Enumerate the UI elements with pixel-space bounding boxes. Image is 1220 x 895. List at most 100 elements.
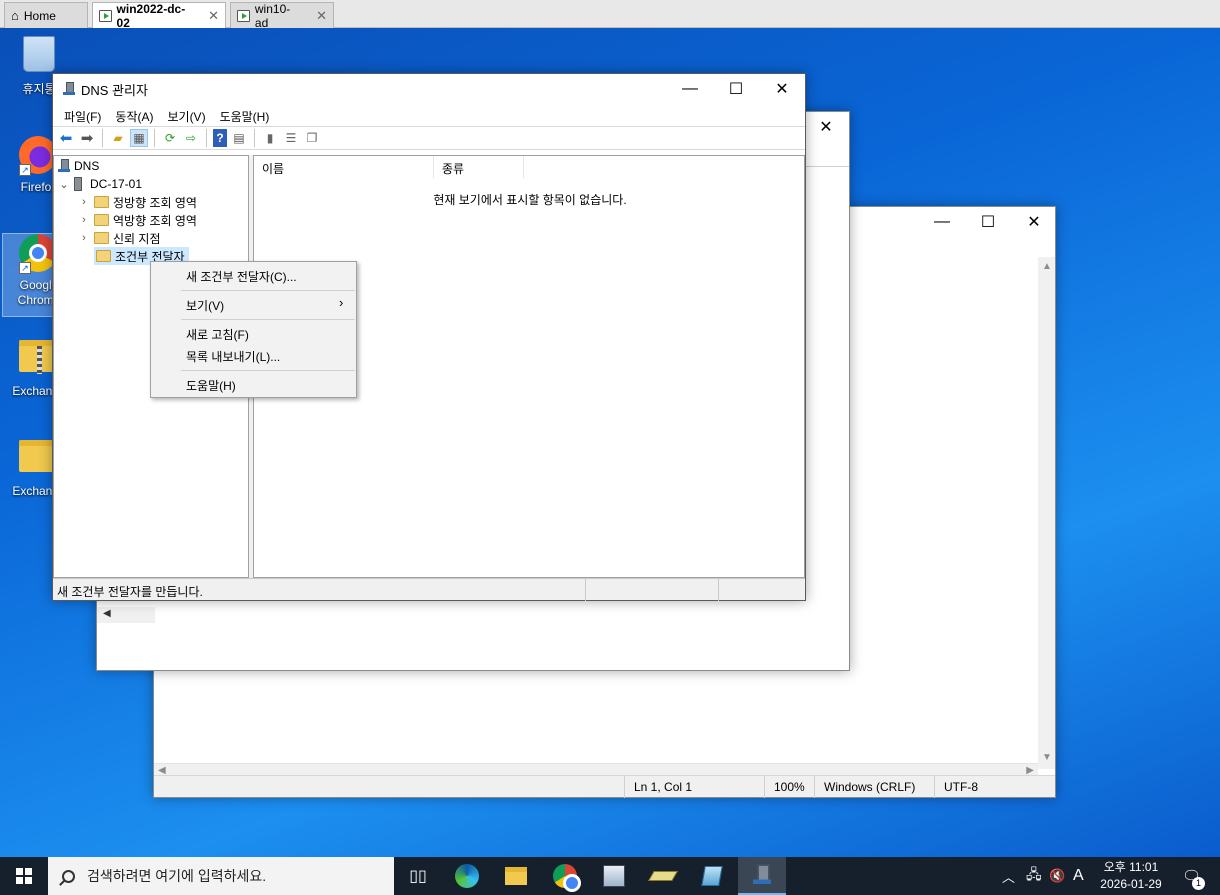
status-bar: 새 조건부 전달자를 만듭니다. xyxy=(53,578,805,601)
title-bar[interactable]: DNS 관리자 — ☐ ✕ xyxy=(53,74,805,104)
edge-icon[interactable] xyxy=(443,857,491,895)
chevron-down-icon[interactable]: ⌄ xyxy=(58,178,70,191)
server-icon xyxy=(74,177,82,191)
close-icon[interactable]: ✕ xyxy=(803,112,849,142)
vm-tab-win2022-dc-02[interactable]: win2022-dc-02 ✕ xyxy=(92,1,226,30)
menu-item-new-conditional-forwarder[interactable]: 새 조건부 전달자(C)... xyxy=(186,268,297,285)
tree-item-trust-points[interactable]: › 신뢰 지점 xyxy=(78,229,161,247)
clock[interactable]: 오후 11:01 2026-01-29 xyxy=(1090,859,1172,893)
tree-item-forward-lookup[interactable]: › 정방향 조회 영역 xyxy=(78,193,197,211)
folder-icon xyxy=(94,196,109,208)
refresh-icon[interactable]: ⟳ xyxy=(161,129,179,147)
notepad-status-bar: Ln 1, Col 1 100% Windows (CRLF) UTF-8 xyxy=(154,775,1055,798)
server-icon[interactable]: ▮ xyxy=(261,129,279,147)
column-header-name[interactable]: 이름 xyxy=(254,156,434,178)
tree-item-label: 정방향 조회 영역 xyxy=(113,195,197,210)
up-folder-icon[interactable]: ▰ xyxy=(109,129,127,147)
file-explorer-icon[interactable] xyxy=(492,857,540,895)
vm-icon xyxy=(99,9,112,22)
dns-manager-taskbar-icon[interactable] xyxy=(738,857,786,895)
clock-date: 2026-01-29 xyxy=(1100,877,1162,891)
back-arrow-icon[interactable]: ⬅ xyxy=(57,129,75,147)
export-list-icon[interactable]: ⇨ xyxy=(182,129,200,147)
tree-item-label: 역방향 조회 영역 xyxy=(113,213,197,228)
server-manager-icon[interactable] xyxy=(590,857,638,895)
scroll-left-icon[interactable]: ◀ xyxy=(103,608,111,619)
list-icon[interactable]: ☰ xyxy=(282,129,300,147)
taskbar-search[interactable]: 검색하려면 여기에 입력하세요. xyxy=(48,857,394,895)
notification-badge: 1 xyxy=(1192,877,1205,890)
properties-icon[interactable]: ▤ xyxy=(230,129,248,147)
chevron-right-icon[interactable]: › xyxy=(78,196,90,208)
zoom-level: 100% xyxy=(764,776,814,798)
vm-tab-win10-ad[interactable]: win10-ad ✕ xyxy=(230,1,334,30)
encoding: UTF-8 xyxy=(934,776,1055,798)
shortcut-arrow-icon: ↗ xyxy=(19,262,31,274)
toolbar: ⬅ ➡ ▰ ▦ ⟳ ⇨ ? ▤ ▮ ☰ ❐ xyxy=(53,126,805,150)
tree-item-reverse-lookup[interactable]: › 역방향 조회 영역 xyxy=(78,211,197,229)
desktop: 휴지통 ↗ Firefox ↗ Google Chrome Exchange E… xyxy=(0,28,1220,857)
windows-logo-icon xyxy=(16,868,32,884)
task-view-icon[interactable]: ▯▯ xyxy=(394,857,442,895)
search-icon xyxy=(62,869,75,883)
shortcut-arrow-icon: ↗ xyxy=(19,164,31,176)
minimize-icon[interactable]: — xyxy=(667,74,713,104)
maximize-icon[interactable]: ☐ xyxy=(713,74,759,104)
copy-icon[interactable]: ❐ xyxy=(303,129,321,147)
tree-item-label: DNS xyxy=(74,159,100,173)
book-icon[interactable] xyxy=(639,857,687,895)
show-hide-tree-icon[interactable]: ▦ xyxy=(130,129,148,147)
network-icon[interactable]: 🖧 xyxy=(1026,857,1042,895)
minimize-icon[interactable]: — xyxy=(919,207,965,237)
menu-item-export-list[interactable]: 목록 내보내기(L)... xyxy=(186,348,280,365)
empty-list-message: 현재 보기에서 표시할 항목이 없습니다. xyxy=(433,193,627,207)
help-icon[interactable]: ? xyxy=(213,129,227,147)
start-button[interactable] xyxy=(0,857,48,895)
menu-action[interactable]: 동작(A) xyxy=(108,104,160,126)
vm-tab-label: win10-ad xyxy=(254,1,291,30)
chrome-icon[interactable] xyxy=(541,857,589,895)
horizontal-scrollbar[interactable]: ◀ xyxy=(97,607,155,623)
folder-icon xyxy=(96,250,111,262)
tree-item-label: DC-17-01 xyxy=(90,177,143,191)
close-icon[interactable]: ✕ xyxy=(316,8,327,24)
volume-muted-icon[interactable]: 🔇 xyxy=(1049,857,1065,895)
vm-icon xyxy=(237,9,250,22)
tray-chevron-up-icon[interactable]: ︿ xyxy=(1002,857,1015,895)
tree-item-server[interactable]: ⌄ DC-17-01 xyxy=(58,175,142,193)
clock-time: 오후 11:01 xyxy=(1103,860,1159,874)
close-icon[interactable]: ✕ xyxy=(1011,207,1057,237)
tree-item-label: 신뢰 지점 xyxy=(113,231,161,246)
home-icon: ⌂ xyxy=(11,8,19,23)
menu-view[interactable]: 보기(V) xyxy=(160,104,212,126)
vertical-scrollbar[interactable]: ▲ ▼ xyxy=(1038,257,1055,769)
status-text: 새 조건부 전달자를 만듭니다. xyxy=(57,585,203,599)
vm-tab-label: win2022-dc-02 xyxy=(116,1,186,30)
menu-item-refresh[interactable]: 새로 고침(F) xyxy=(186,326,249,343)
vm-tab-bar: ⌂ Home win2022-dc-02 ✕ win10-ad ✕ xyxy=(0,0,1220,30)
chevron-right-icon[interactable]: › xyxy=(78,214,90,226)
context-menu: 새 조건부 전달자(C)... 보기(V) › 새로 고침(F) 목록 내보내기… xyxy=(150,261,357,398)
dns-manager-icon xyxy=(63,82,75,96)
menu-file[interactable]: 파일(F) xyxy=(57,104,108,126)
scroll-up-icon[interactable]: ▲ xyxy=(1042,261,1052,272)
vm-tab-label: Home xyxy=(23,8,56,23)
menu-item-help[interactable]: 도움말(H) xyxy=(186,377,236,394)
recycle-bin-icon xyxy=(23,36,55,72)
close-icon[interactable]: ✕ xyxy=(208,8,219,24)
scroll-down-icon[interactable]: ▼ xyxy=(1042,752,1052,763)
maximize-icon[interactable]: ☐ xyxy=(965,207,1011,237)
folder-icon xyxy=(94,214,109,226)
menu-item-view[interactable]: 보기(V) xyxy=(186,297,224,314)
notepad-icon[interactable] xyxy=(688,857,736,895)
line-ending: Windows (CRLF) xyxy=(814,776,934,798)
chevron-right-icon[interactable]: › xyxy=(78,232,90,244)
vm-tab-home[interactable]: ⌂ Home xyxy=(4,2,88,28)
tree-item-dns[interactable]: DNS xyxy=(58,157,99,175)
forward-arrow-icon[interactable]: ➡ xyxy=(78,129,96,147)
column-header-type[interactable]: 종류 xyxy=(434,156,524,178)
ime-indicator[interactable]: A xyxy=(1073,857,1084,895)
folder-icon xyxy=(94,232,109,244)
close-icon[interactable]: ✕ xyxy=(759,74,805,104)
menu-help[interactable]: 도움말(H) xyxy=(213,104,277,126)
